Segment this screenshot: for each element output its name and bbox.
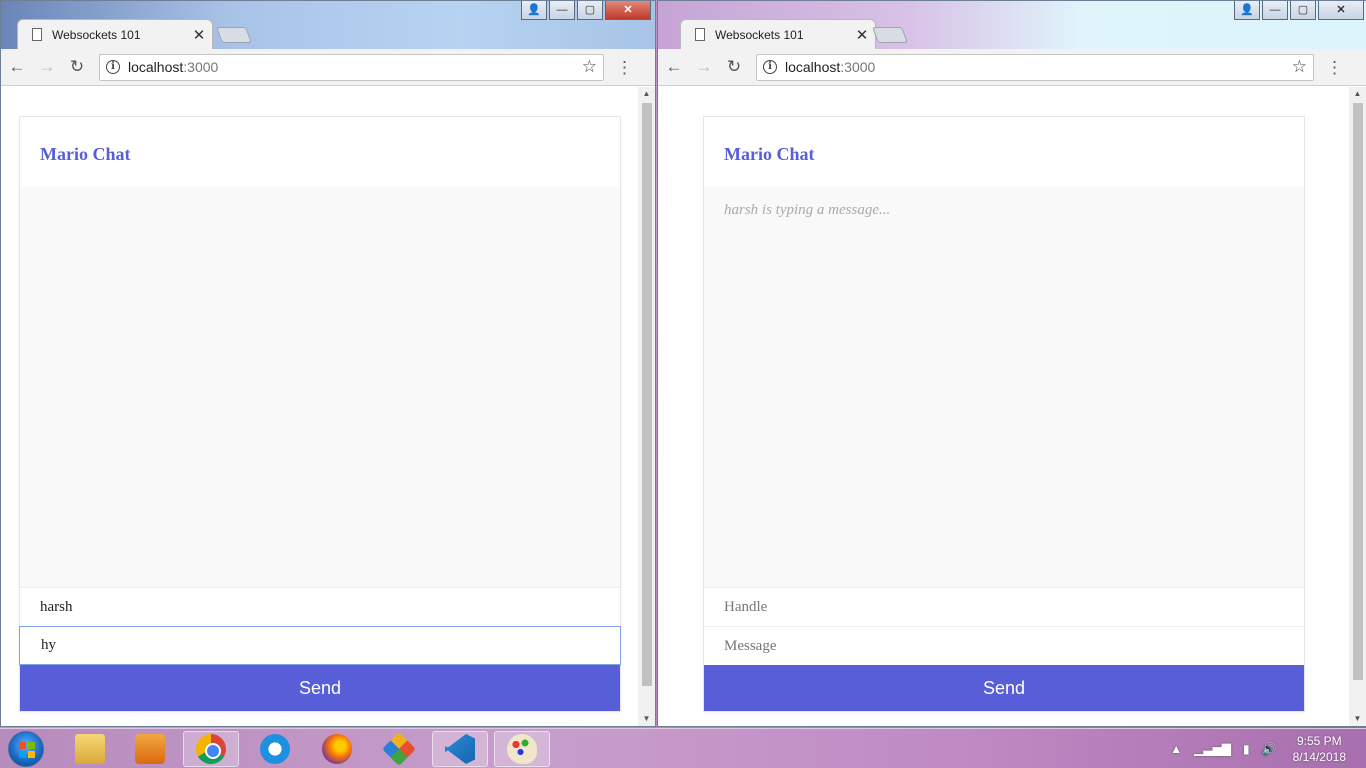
- page-icon: [695, 28, 705, 41]
- scroll-up-icon[interactable]: ▲: [638, 87, 655, 101]
- tab-title: Websockets 101: [52, 27, 141, 42]
- taskbar-vscode[interactable]: [432, 731, 488, 767]
- url-port: :3000: [183, 59, 219, 75]
- browser-tab[interactable]: Websockets 101 ✕: [680, 19, 876, 49]
- title-bar: Websockets 101 ✕ 👤 — ▢ ✕: [658, 1, 1366, 49]
- scroll-down-icon[interactable]: ▼: [638, 712, 655, 726]
- chat-title: Mario Chat: [40, 144, 131, 164]
- clock-time: 9:55 PM: [1296, 734, 1342, 748]
- url-port: :3000: [840, 59, 876, 75]
- volume-icon[interactable]: 🔊: [1262, 742, 1277, 756]
- new-tab-button[interactable]: [216, 27, 252, 43]
- handle-input[interactable]: Handle: [704, 587, 1304, 626]
- reload-icon[interactable]: ↻: [63, 57, 91, 77]
- maximize-button[interactable]: ▢: [1290, 1, 1316, 20]
- git-icon: [382, 732, 416, 766]
- close-tab-icon[interactable]: ✕: [186, 26, 212, 44]
- reload-icon[interactable]: ↻: [720, 57, 748, 77]
- page-viewport: Mario Chat harsh is typing a message... …: [658, 87, 1366, 726]
- taskbar-media-player[interactable]: [122, 731, 178, 767]
- window-controls: 👤 — ▢ ✕: [521, 1, 651, 20]
- close-window-button[interactable]: ✕: [605, 1, 651, 20]
- menu-icon[interactable]: ⋮: [616, 59, 633, 76]
- taskbar-firefox[interactable]: [309, 731, 365, 767]
- taskbar-chrome[interactable]: [183, 731, 239, 767]
- new-tab-button[interactable]: [872, 27, 908, 43]
- clock-date: 8/14/2018: [1292, 750, 1346, 764]
- taskbar: ▲ ▁▃▅▇ ▮ 🔊 9:55 PM 8/14/2018: [0, 728, 1366, 768]
- internet-explorer-icon: [260, 734, 290, 764]
- url-host: localhost: [128, 59, 184, 75]
- user-icon[interactable]: 👤: [1234, 1, 1260, 20]
- browser-window-left: Websockets 101 ✕ 👤 — ▢ ✕ ← → ↻ i localho…: [0, 0, 656, 727]
- browser-toolbar: ← → ↻ i localhost :3000 ☆ ⋮: [658, 49, 1366, 86]
- send-button[interactable]: Send: [20, 665, 620, 711]
- bookmark-star-icon[interactable]: ☆: [1292, 57, 1307, 77]
- chat-window: harsh is typing a message...: [704, 187, 1304, 587]
- info-icon[interactable]: i: [106, 60, 120, 74]
- chat-window: [20, 187, 620, 587]
- typing-feedback: harsh is typing a message...: [724, 202, 891, 218]
- menu-icon[interactable]: ⋮: [1326, 59, 1343, 76]
- mario-chat: Mario Chat harsh hy Send: [19, 116, 621, 712]
- scroll-thumb[interactable]: [1353, 103, 1363, 680]
- start-button[interactable]: [8, 731, 44, 767]
- taskbar-paint[interactable]: [494, 731, 550, 767]
- address-bar[interactable]: i localhost :3000 ☆: [756, 53, 1314, 81]
- forward-icon[interactable]: →: [690, 57, 718, 77]
- address-bar[interactable]: i localhost :3000 ☆: [99, 53, 604, 81]
- info-icon[interactable]: i: [763, 60, 777, 74]
- browser-toolbar: ← → ↻ i localhost :3000 ☆ ⋮: [1, 49, 655, 86]
- chat-title: Mario Chat: [724, 144, 815, 164]
- message-input[interactable]: Message: [704, 626, 1304, 665]
- system-clock[interactable]: 9:55 PM 8/14/2018: [1293, 733, 1346, 765]
- battery-icon[interactable]: ▮: [1243, 742, 1250, 756]
- user-icon[interactable]: 👤: [521, 1, 547, 20]
- forward-icon[interactable]: →: [33, 57, 61, 77]
- page-icon: [32, 28, 42, 41]
- vscode-icon: [445, 734, 475, 764]
- browser-window-right: Websockets 101 ✕ 👤 — ▢ ✕ ← → ↻ i localho…: [657, 0, 1366, 727]
- taskbar-file-explorer[interactable]: [62, 731, 118, 767]
- scroll-thumb[interactable]: [642, 103, 652, 686]
- page-viewport: Mario Chat harsh hy Send ▲ ▼: [1, 87, 655, 726]
- taskbar-git[interactable]: [371, 731, 427, 767]
- title-bar: Websockets 101 ✕ 👤 — ▢ ✕: [1, 1, 655, 49]
- show-hidden-icons-icon[interactable]: ▲: [1170, 742, 1182, 756]
- chrome-icon: [196, 734, 226, 764]
- mario-chat: Mario Chat harsh is typing a message... …: [703, 116, 1305, 712]
- close-window-button[interactable]: ✕: [1318, 1, 1364, 20]
- minimize-button[interactable]: —: [1262, 1, 1288, 20]
- network-icon[interactable]: ▁▃▅▇: [1194, 742, 1231, 756]
- message-input[interactable]: hy: [19, 626, 621, 665]
- firefox-icon: [322, 734, 352, 764]
- handle-input[interactable]: harsh: [20, 587, 620, 626]
- scroll-up-icon[interactable]: ▲: [1349, 87, 1366, 101]
- send-button[interactable]: Send: [704, 665, 1304, 711]
- bookmark-star-icon[interactable]: ☆: [582, 57, 597, 77]
- taskbar-internet-explorer[interactable]: [247, 731, 303, 767]
- close-tab-icon[interactable]: ✕: [849, 26, 875, 44]
- paint-icon: [507, 734, 537, 764]
- window-controls: 👤 — ▢ ✕: [1234, 1, 1364, 20]
- system-tray: ▲ ▁▃▅▇ ▮ 🔊 9:55 PM 8/14/2018: [1158, 729, 1346, 768]
- tab-title: Websockets 101: [715, 27, 804, 42]
- back-icon[interactable]: ←: [660, 57, 688, 77]
- scrollbar[interactable]: ▲ ▼: [1349, 87, 1366, 726]
- maximize-button[interactable]: ▢: [577, 1, 603, 20]
- media-player-icon: [135, 734, 165, 764]
- scrollbar[interactable]: ▲ ▼: [638, 87, 655, 726]
- scroll-down-icon[interactable]: ▼: [1349, 712, 1366, 726]
- browser-tab[interactable]: Websockets 101 ✕: [17, 19, 213, 49]
- minimize-button[interactable]: —: [549, 1, 575, 20]
- url-host: localhost: [785, 59, 841, 75]
- folder-icon: [75, 734, 105, 764]
- back-icon[interactable]: ←: [3, 57, 31, 77]
